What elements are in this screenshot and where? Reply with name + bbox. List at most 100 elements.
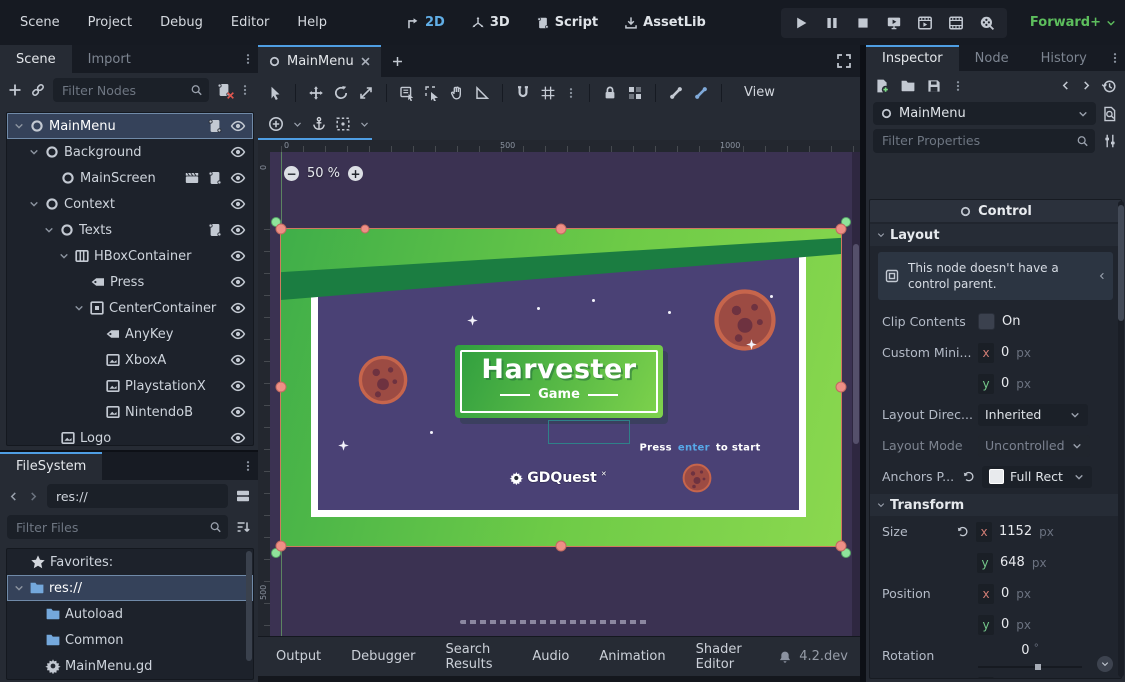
vertical-scrollbar[interactable]	[852, 152, 860, 636]
edited-node-select[interactable]: MainMenu	[873, 102, 1096, 125]
filter-properties-input[interactable]	[873, 129, 1095, 153]
history-icon[interactable]	[1101, 78, 1117, 94]
filter-files-input[interactable]	[7, 515, 228, 539]
layout-mode-select[interactable]: Uncontrolled	[978, 435, 1090, 457]
canvas-2d[interactable]: − 50 % +	[270, 152, 860, 636]
close-icon[interactable]	[360, 56, 371, 67]
screen-tab-2d[interactable]: 2D	[398, 11, 453, 34]
tab-search-results[interactable]: Search Results	[446, 642, 503, 672]
menu-help[interactable]: Help	[287, 11, 337, 34]
tab-inspector[interactable]: Inspector	[866, 45, 959, 71]
tab-animation[interactable]: Animation	[599, 649, 665, 664]
clip-contents-checkbox[interactable]	[978, 313, 995, 330]
nav-back-icon[interactable]	[7, 490, 20, 503]
move-tool[interactable]	[308, 85, 324, 101]
chevron-down-icon[interactable]	[359, 119, 370, 130]
tab-filesystem[interactable]: FileSystem	[0, 452, 102, 480]
script-icon[interactable]	[207, 222, 223, 238]
selection-handle[interactable]	[361, 225, 370, 234]
visibility-eye-icon[interactable]	[230, 430, 246, 446]
tree-node-press[interactable]: Press	[7, 269, 253, 295]
menu-scene[interactable]: Scene	[10, 11, 70, 34]
grid-snap-toggle[interactable]	[540, 85, 556, 101]
dock-menu-icon[interactable]	[242, 53, 254, 65]
chevron-down-icon[interactable]	[28, 146, 40, 158]
tree-node-hboxcontainer[interactable]: HBoxContainer	[7, 243, 253, 269]
section-transform[interactable]: Transform	[870, 494, 1121, 516]
play-custom-scene-button[interactable]	[948, 15, 964, 31]
open-docs-icon[interactable]	[1102, 106, 1118, 122]
selection-handle[interactable]	[836, 382, 847, 393]
smart-snap-toggle[interactable]	[515, 85, 531, 101]
zoom-out-button[interactable]: −	[284, 166, 299, 181]
min-size-x-field[interactable]: 0	[1001, 345, 1009, 360]
split-mode-icon[interactable]	[235, 488, 251, 504]
instance-scene-button[interactable]	[30, 82, 46, 98]
chevron-down-icon[interactable]	[13, 120, 25, 132]
rotation-slider[interactable]: 0 °	[978, 643, 1082, 669]
layout-direction-select[interactable]: Inherited	[978, 404, 1088, 426]
section-layout[interactable]: Layout	[870, 224, 1121, 246]
pan-tool[interactable]	[449, 85, 465, 101]
selection-handle[interactable]	[556, 541, 567, 552]
tab-audio[interactable]: Audio	[532, 649, 569, 664]
snap-options-menu[interactable]	[565, 87, 577, 99]
nav-forward-icon[interactable]	[27, 490, 40, 503]
renderer-select[interactable]: Forward+	[1030, 15, 1117, 30]
script-icon[interactable]	[207, 118, 223, 134]
skeleton-bone-button[interactable]	[668, 85, 684, 101]
group-node-button[interactable]	[627, 85, 643, 101]
screen-tab-3d[interactable]: 3D	[463, 11, 518, 34]
selection-handle[interactable]	[836, 541, 847, 552]
dock-menu-icon[interactable]	[1109, 52, 1121, 64]
chevron-down-icon[interactable]	[28, 198, 40, 210]
file-res-root[interactable]: res://	[7, 575, 253, 601]
stop-button[interactable]	[855, 15, 871, 31]
current-path-input[interactable]	[47, 484, 228, 508]
notification-bell-icon[interactable]	[778, 650, 792, 664]
dock-menu-icon[interactable]	[242, 460, 254, 472]
visibility-eye-icon[interactable]	[230, 248, 246, 264]
menu-editor[interactable]: Editor	[221, 11, 279, 34]
screen-tab-script[interactable]: Script	[528, 11, 606, 34]
menu-project[interactable]: Project	[78, 11, 142, 34]
file-folder-autoload[interactable]: Autoload	[7, 601, 253, 627]
visibility-eye-icon[interactable]	[230, 144, 246, 160]
visibility-eye-icon[interactable]	[230, 118, 246, 134]
menu-debug[interactable]: Debug	[150, 11, 213, 34]
horizontal-scrollbar[interactable]	[460, 620, 650, 624]
select-tool[interactable]	[267, 85, 283, 101]
scene-tab-mainmenu[interactable]: MainMenu	[258, 45, 381, 77]
tab-history[interactable]: History	[1025, 45, 1103, 71]
chevron-down-icon[interactable]	[43, 224, 55, 236]
file-favorites[interactable]: Favorites:	[7, 549, 253, 575]
movie-icon[interactable]	[184, 170, 200, 186]
visibility-eye-icon[interactable]	[230, 404, 246, 420]
size-x-field[interactable]: 1152	[999, 524, 1032, 539]
scale-tool[interactable]	[358, 85, 374, 101]
view-menu[interactable]: View	[734, 82, 785, 103]
screen-tab-assetlib[interactable]: AssetLib	[616, 11, 714, 34]
tree-node-playstationx[interactable]: PlaystationX	[7, 373, 253, 399]
visibility-eye-icon[interactable]	[230, 378, 246, 394]
min-size-y-field[interactable]: 0	[1001, 376, 1009, 391]
history-forward-icon[interactable]	[1080, 79, 1093, 92]
movie-maker-button[interactable]	[979, 15, 995, 31]
tree-node-xboxa[interactable]: XboxA	[7, 347, 253, 373]
property-tools-icon[interactable]	[1102, 133, 1118, 149]
class-header[interactable]: Control	[870, 200, 1121, 222]
tab-output[interactable]: Output	[276, 649, 321, 664]
rotate-tool[interactable]	[333, 85, 349, 101]
load-resource-button[interactable]	[900, 78, 916, 94]
revert-icon[interactable]	[956, 525, 969, 538]
script-icon[interactable]	[207, 170, 223, 186]
expand-sections-button[interactable]	[1097, 656, 1113, 672]
history-back-icon[interactable]	[1059, 79, 1072, 92]
filter-nodes-input[interactable]	[53, 78, 209, 102]
container-sizing-icon[interactable]	[335, 116, 351, 132]
expand-viewport-icon[interactable]	[836, 53, 852, 69]
tree-node-logo[interactable]: Logo	[7, 425, 253, 446]
pause-button[interactable]	[824, 15, 840, 31]
add-node-button[interactable]	[7, 82, 23, 98]
visibility-eye-icon[interactable]	[230, 300, 246, 316]
